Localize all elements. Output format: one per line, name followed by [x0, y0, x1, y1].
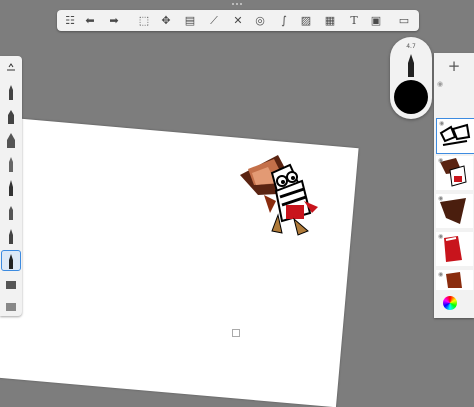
shapes-icon[interactable]: ◎ — [249, 10, 271, 31]
ruler-icon[interactable]: ⟋ — [203, 10, 225, 31]
add-layer-button[interactable]: + — [434, 53, 474, 79]
curve-icon[interactable]: ∫ — [273, 10, 295, 31]
brush-puck[interactable]: 4.7 — [390, 37, 432, 119]
symmetry-icon[interactable]: ✕ — [227, 10, 249, 31]
ink-pen-icon[interactable] — [2, 178, 20, 197]
eye-icon[interactable]: ◉ — [438, 271, 443, 278]
brush-size-preview-icon — [408, 54, 414, 77]
layer-thumbnail[interactable]: ◉ — [436, 118, 474, 154]
top-toolbar: ☷ ⬅ ➡ ⬚ ✥ ▤ ⟋ ✕ ◎ ∫ ▨ ▦ T ▣ ▭ — [57, 10, 419, 31]
layer-thumbnail[interactable]: ◉ — [436, 156, 473, 190]
fullscreen-icon[interactable]: ▭ — [393, 10, 415, 31]
eye-icon[interactable]: ◉ — [438, 195, 443, 202]
eye-icon[interactable]: ◉ — [439, 120, 444, 127]
character-illustration — [240, 155, 318, 236]
smudge-tool-icon[interactable] — [2, 274, 20, 293]
brush-size-value: 4.7 — [406, 43, 416, 50]
layer-thumbnail[interactable]: ◉ — [436, 232, 473, 266]
selected-brush-icon[interactable] — [1, 250, 21, 271]
eye-icon[interactable]: ◉ — [438, 157, 443, 164]
layer-thumbnail[interactable]: ◉ — [436, 270, 473, 290]
airbrush-icon[interactable] — [2, 130, 20, 149]
perspective-icon[interactable]: ▦ — [319, 10, 341, 31]
layers-stack-icon[interactable]: ▤ — [179, 10, 201, 31]
marker-brush-icon[interactable] — [2, 106, 20, 125]
current-color-swatch[interactable] — [394, 80, 428, 114]
palette-collapse-icon[interactable] — [2, 58, 20, 77]
eye-icon[interactable]: ◉ — [438, 233, 443, 240]
gallery-icon[interactable]: ☷ — [59, 10, 81, 31]
transform-icon[interactable]: ✥ — [155, 10, 177, 31]
canvas-resize-handle-icon[interactable] — [232, 329, 240, 337]
video-icon[interactable]: ▣ — [365, 10, 387, 31]
undo-icon[interactable]: ⬅ — [79, 10, 101, 31]
pencil-brush-icon[interactable] — [2, 82, 20, 101]
brush-palette — [0, 56, 22, 316]
image-icon[interactable]: ▨ — [295, 10, 317, 31]
select-icon[interactable]: ⬚ — [133, 10, 155, 31]
layer-thumbnail[interactable]: ◉ — [436, 194, 473, 228]
redo-icon[interactable]: ➡ — [103, 10, 125, 31]
drag-handle[interactable] — [230, 3, 244, 7]
eraser-icon[interactable] — [2, 296, 20, 315]
paintbrush-icon[interactable] — [2, 154, 20, 173]
text-icon[interactable]: T — [343, 10, 365, 31]
fine-pen-icon[interactable] — [2, 226, 20, 245]
color-wheel-icon[interactable] — [443, 296, 457, 310]
eye-icon[interactable]: ◉ — [437, 80, 443, 88]
felt-pen-icon[interactable] — [2, 202, 20, 221]
